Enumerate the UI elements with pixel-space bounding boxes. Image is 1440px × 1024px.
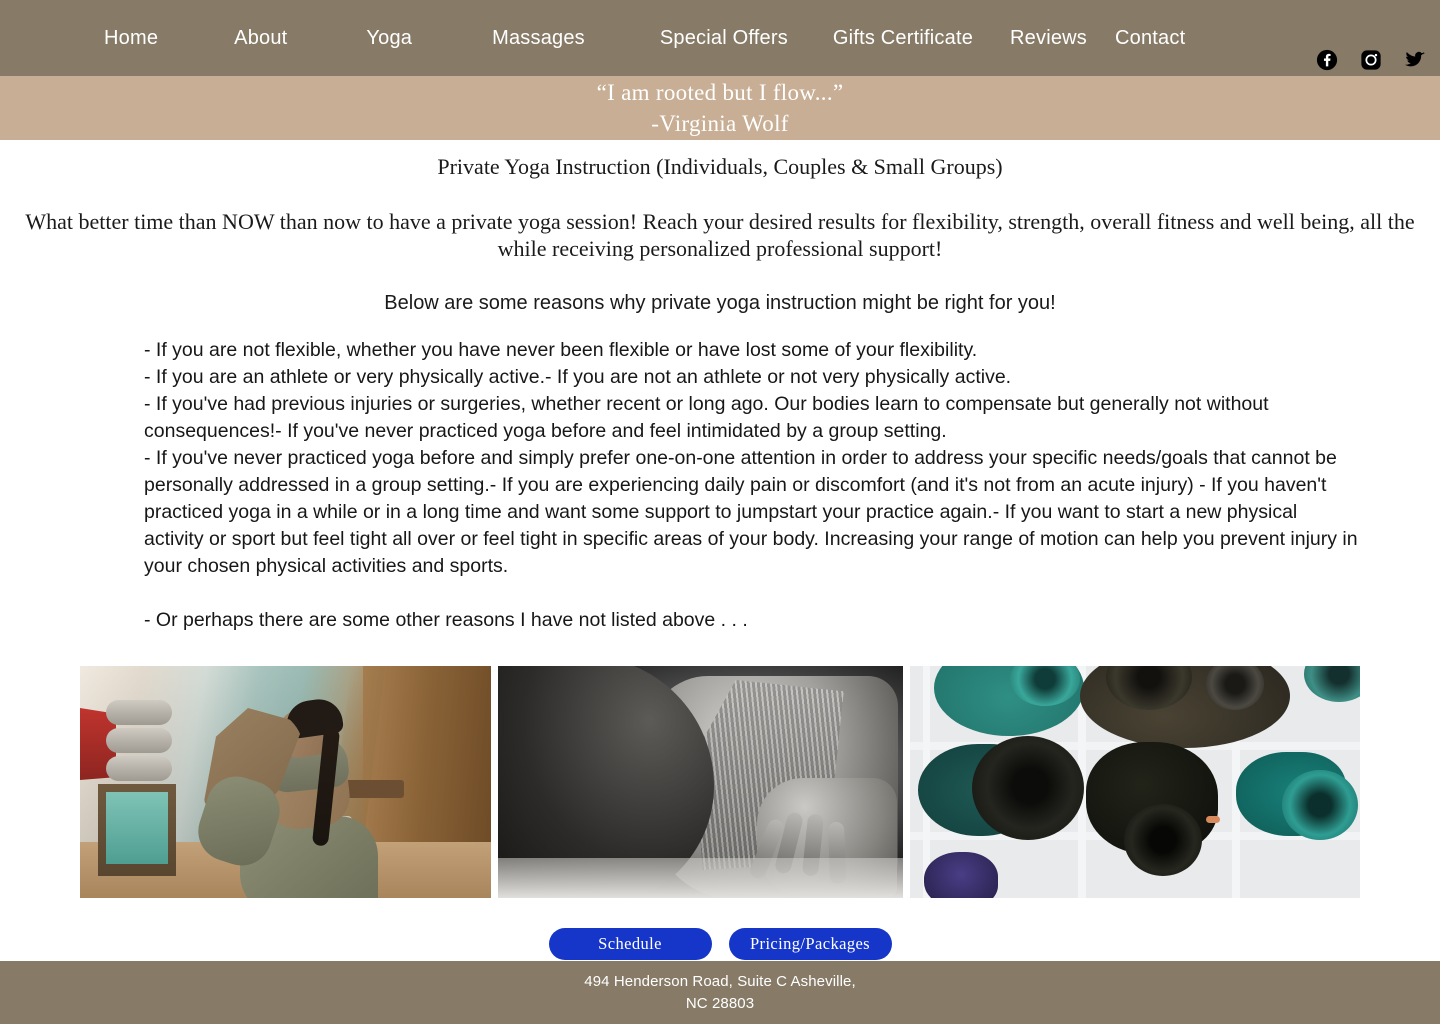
photo-woman-yoga-pose xyxy=(80,666,491,898)
pricing-packages-button[interactable]: Pricing/Packages xyxy=(728,928,892,960)
footer-address-line-2: NC 28803 xyxy=(685,994,755,1012)
nav-item-special-offers[interactable]: Special Offers xyxy=(660,27,788,50)
site-footer: 494 Henderson Road, Suite C Asheville, N… xyxy=(0,961,1440,1024)
instagram-icon[interactable] xyxy=(1360,49,1382,71)
nav-item-massages[interactable]: Massages xyxy=(492,27,585,50)
top-navigation-bar: Home About Yoga Massages Special Offers … xyxy=(0,0,1440,76)
cta-button-row: Schedule Pricing/Packages xyxy=(0,928,1440,960)
quote-text: “I am rooted but I flow...” xyxy=(596,80,844,105)
page-title: Private Yoga Instruction (Individuals, C… xyxy=(437,154,1003,179)
nav-item-about[interactable]: About xyxy=(234,27,287,50)
reasons-subheading: Below are some reasons why private yoga … xyxy=(384,292,1056,314)
nav-item-gifts-certificate[interactable]: Gifts Certificate xyxy=(833,27,973,50)
main-content: Private Yoga Instruction (Individuals, C… xyxy=(0,153,1440,960)
twitter-icon[interactable] xyxy=(1404,49,1426,71)
photo-bw-closeup xyxy=(497,666,903,898)
reason-item: - If you are not flexible, whether you h… xyxy=(144,339,978,361)
quote-banner: “I am rooted but I flow...” -Virginia Wo… xyxy=(0,76,1440,140)
page-root: Home About Yoga Massages Special Offers … xyxy=(0,0,1440,1024)
photo-rolled-mats xyxy=(909,666,1361,898)
reason-item: - If you've had previous injuries or sur… xyxy=(144,393,1269,442)
intro-paragraph: What better time than NOW than now to ha… xyxy=(25,209,1415,261)
nav-item-contact[interactable]: Contact xyxy=(1115,27,1185,50)
schedule-button[interactable]: Schedule xyxy=(548,928,712,960)
nav-item-reviews[interactable]: Reviews xyxy=(1010,27,1087,50)
photo-gallery xyxy=(80,666,1361,898)
reason-item: - If you've never practiced yoga before … xyxy=(144,447,1358,577)
reason-item: - Or perhaps there are some other reason… xyxy=(144,609,748,631)
reason-item: - If you are an athlete or very physical… xyxy=(144,366,1012,388)
nav-item-home[interactable]: Home xyxy=(104,27,158,50)
reasons-list: - If you are not flexible, whether you h… xyxy=(144,337,1360,634)
nav-links: Home About Yoga Massages Special Offers … xyxy=(104,27,1185,50)
facebook-icon[interactable] xyxy=(1316,49,1338,71)
quote-attribution: -Virginia Wolf xyxy=(651,111,789,136)
footer-address-line-1: 494 Henderson Road, Suite C Asheville, xyxy=(584,972,856,990)
nav-item-yoga[interactable]: Yoga xyxy=(366,27,412,50)
social-links xyxy=(1316,49,1426,71)
